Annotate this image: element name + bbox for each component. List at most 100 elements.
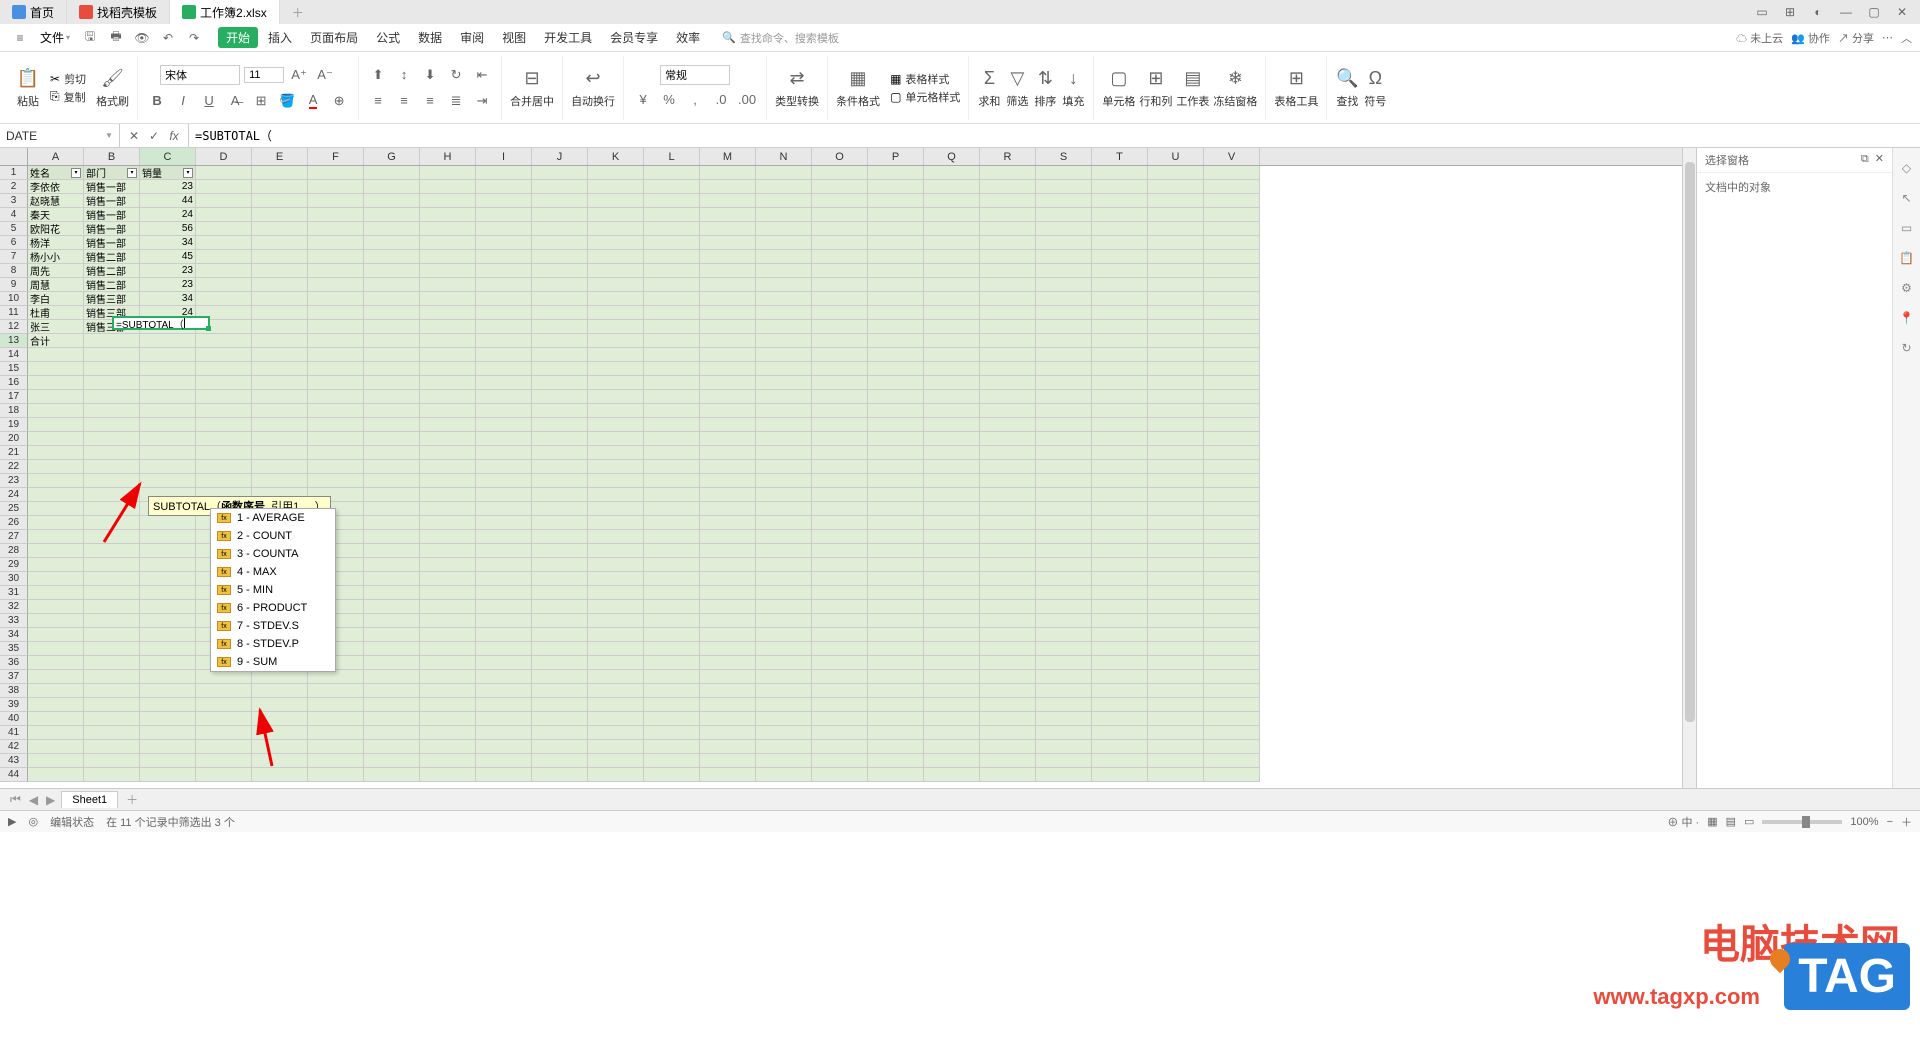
- cell[interactable]: [1204, 446, 1260, 460]
- row-header[interactable]: 12: [0, 320, 28, 334]
- cell[interactable]: [476, 726, 532, 740]
- minimize-icon[interactable]: —: [1836, 2, 1856, 22]
- view-layout-icon[interactable]: ▤: [1726, 815, 1736, 828]
- cell[interactable]: [364, 712, 420, 726]
- menu-data[interactable]: 数据: [410, 27, 450, 48]
- cell[interactable]: [28, 586, 84, 600]
- undo-icon[interactable]: ↶: [156, 26, 180, 50]
- filter-dropdown-icon[interactable]: ▾: [183, 168, 193, 178]
- cell[interactable]: [588, 320, 644, 334]
- cell[interactable]: [1204, 600, 1260, 614]
- cell[interactable]: [28, 390, 84, 404]
- cell[interactable]: [756, 390, 812, 404]
- row-header[interactable]: 21: [0, 446, 28, 460]
- cell[interactable]: [308, 236, 364, 250]
- row-header[interactable]: 44: [0, 768, 28, 782]
- cell[interactable]: [700, 642, 756, 656]
- cell[interactable]: 部门▾: [84, 166, 140, 180]
- cell[interactable]: [532, 390, 588, 404]
- cell[interactable]: [812, 334, 868, 348]
- cell[interactable]: [1036, 446, 1092, 460]
- cell[interactable]: [644, 600, 700, 614]
- cell[interactable]: [1204, 614, 1260, 628]
- cell[interactable]: [420, 306, 476, 320]
- cell[interactable]: [1036, 432, 1092, 446]
- cell[interactable]: [420, 404, 476, 418]
- cell[interactable]: [140, 642, 196, 656]
- symbol-button[interactable]: Ω符号: [1363, 67, 1387, 109]
- cloud-status[interactable]: ☁ 未上云: [1736, 30, 1783, 46]
- cell[interactable]: [364, 600, 420, 614]
- cell[interactable]: [196, 390, 252, 404]
- cell[interactable]: [1204, 558, 1260, 572]
- cell[interactable]: [140, 698, 196, 712]
- find-button[interactable]: 🔍查找: [1335, 67, 1359, 109]
- cell[interactable]: [812, 236, 868, 250]
- fill-button[interactable]: ↓填充: [1061, 67, 1085, 109]
- cell[interactable]: [1092, 236, 1148, 250]
- cell[interactable]: [1036, 670, 1092, 684]
- cell[interactable]: [308, 208, 364, 222]
- cell[interactable]: [364, 404, 420, 418]
- cell[interactable]: [420, 740, 476, 754]
- cell[interactable]: [588, 516, 644, 530]
- format-painter-button[interactable]: 🖌格式刷: [96, 67, 129, 109]
- cell[interactable]: [980, 614, 1036, 628]
- cell[interactable]: [868, 670, 924, 684]
- cell[interactable]: [1204, 180, 1260, 194]
- cell[interactable]: [1092, 208, 1148, 222]
- cell[interactable]: [420, 376, 476, 390]
- chevron-down-icon[interactable]: ▼: [105, 131, 113, 140]
- cell[interactable]: [868, 768, 924, 782]
- cell[interactable]: [364, 348, 420, 362]
- cell[interactable]: [812, 712, 868, 726]
- cell[interactable]: [980, 558, 1036, 572]
- sheet-button[interactable]: ▤工作表: [1176, 67, 1209, 109]
- cell[interactable]: 45: [140, 250, 196, 264]
- cell[interactable]: [1036, 740, 1092, 754]
- cell[interactable]: [196, 348, 252, 362]
- cell[interactable]: [1204, 194, 1260, 208]
- cell[interactable]: [868, 586, 924, 600]
- cell[interactable]: [364, 586, 420, 600]
- cell[interactable]: [476, 474, 532, 488]
- cell[interactable]: [1092, 474, 1148, 488]
- cell[interactable]: [308, 418, 364, 432]
- cell[interactable]: [420, 754, 476, 768]
- cell[interactable]: [868, 600, 924, 614]
- cell[interactable]: [980, 768, 1036, 782]
- cell[interactable]: 周先: [28, 264, 84, 278]
- cell[interactable]: [140, 754, 196, 768]
- fx-icon[interactable]: fx: [164, 126, 184, 146]
- cell[interactable]: [420, 166, 476, 180]
- row-header[interactable]: 8: [0, 264, 28, 278]
- cell[interactable]: [644, 712, 700, 726]
- cell[interactable]: 秦天: [28, 208, 84, 222]
- cell[interactable]: [420, 446, 476, 460]
- cell[interactable]: [140, 348, 196, 362]
- cell[interactable]: [252, 670, 308, 684]
- cell[interactable]: [868, 502, 924, 516]
- cell[interactable]: [476, 292, 532, 306]
- row-header[interactable]: 9: [0, 278, 28, 292]
- cell[interactable]: [812, 460, 868, 474]
- cell[interactable]: [644, 544, 700, 558]
- number-format-select[interactable]: 常规: [660, 65, 730, 85]
- cell[interactable]: [364, 614, 420, 628]
- cell[interactable]: [980, 222, 1036, 236]
- cell[interactable]: [140, 740, 196, 754]
- cell[interactable]: [756, 628, 812, 642]
- cell[interactable]: [756, 572, 812, 586]
- cell[interactable]: [1148, 404, 1204, 418]
- cell[interactable]: [532, 208, 588, 222]
- cell[interactable]: [868, 348, 924, 362]
- cell[interactable]: [1092, 502, 1148, 516]
- macro-icon[interactable]: ▶: [8, 815, 16, 828]
- cell[interactable]: [196, 432, 252, 446]
- cell[interactable]: [756, 376, 812, 390]
- cell[interactable]: [980, 656, 1036, 670]
- row-header[interactable]: 30: [0, 572, 28, 586]
- cell[interactable]: [308, 446, 364, 460]
- cell[interactable]: [980, 404, 1036, 418]
- cell[interactable]: [700, 306, 756, 320]
